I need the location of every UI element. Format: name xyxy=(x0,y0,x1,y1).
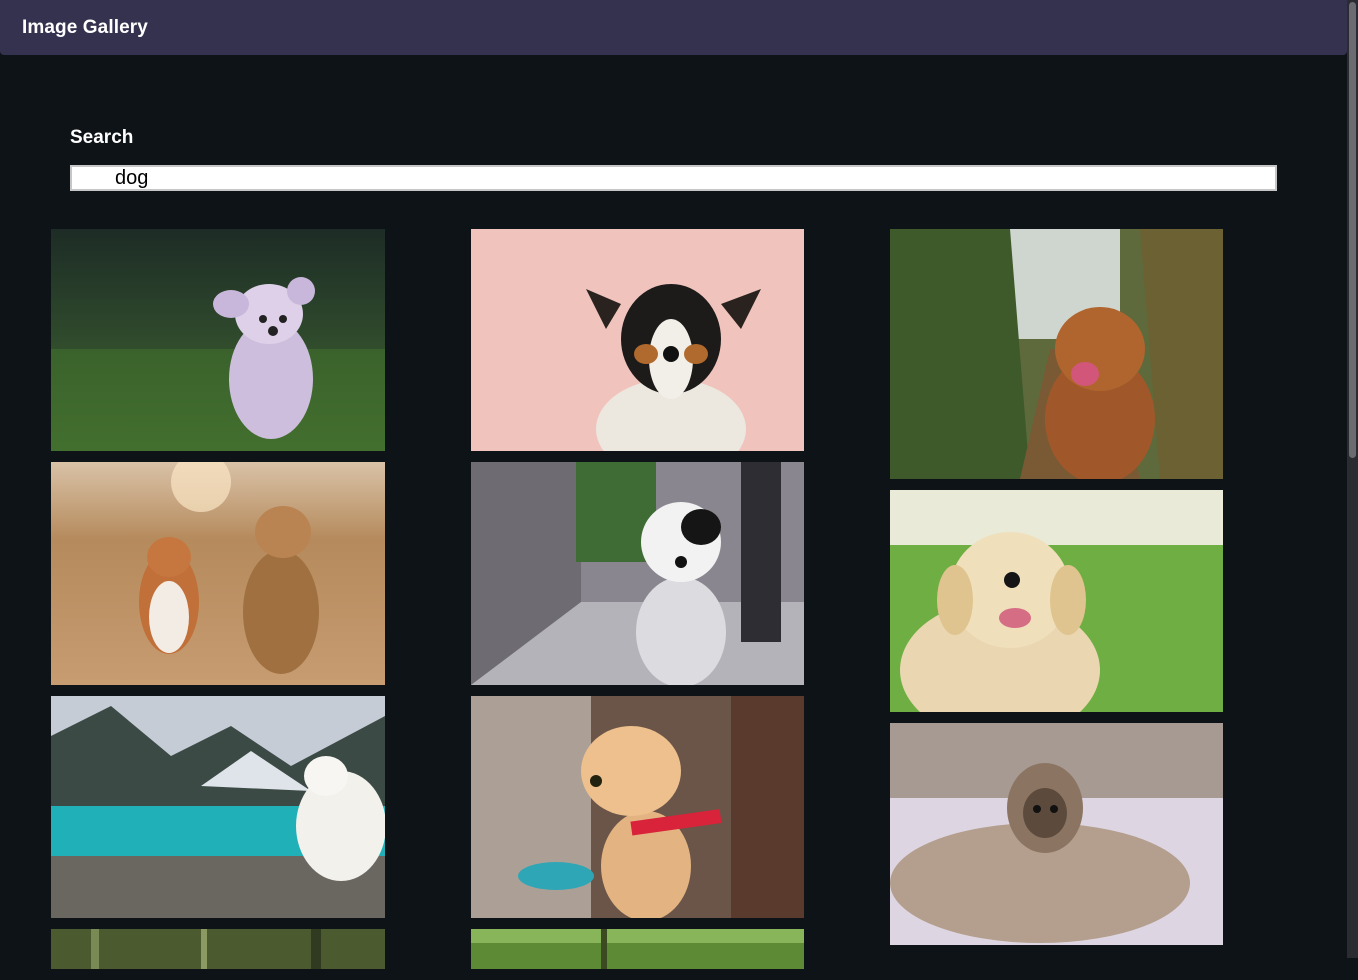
gallery-image-toller[interactable] xyxy=(890,229,1223,479)
search-input[interactable] xyxy=(70,165,1277,191)
navbar-brand[interactable]: Image Gallery xyxy=(22,17,148,39)
pug-blanket-photo xyxy=(890,723,1223,945)
golden-puppy-photo xyxy=(471,696,804,918)
golden-retriever-photo xyxy=(890,490,1223,712)
samoyed-lake-photo xyxy=(51,696,385,918)
lawn-dog-photo xyxy=(471,929,804,969)
search-label: Search xyxy=(70,127,134,148)
toller-photo xyxy=(890,229,1223,479)
scrollbar-thumb[interactable] xyxy=(1349,2,1356,458)
gallery-column-2 xyxy=(471,229,804,980)
jack-russell-photo xyxy=(471,229,804,451)
gallery-image-golden-retriever[interactable] xyxy=(890,490,1223,712)
fluffy-dog-photo xyxy=(51,229,385,451)
gallery-column-3 xyxy=(890,229,1223,956)
black-white-dog-photo xyxy=(471,462,804,685)
corgi-yorkie-photo xyxy=(51,462,385,685)
navbar: Image Gallery xyxy=(0,0,1347,55)
gallery-image-samoyed-lake[interactable] xyxy=(51,696,385,918)
gallery-image-lawn-dog[interactable] xyxy=(471,929,804,969)
gallery-image-jack-russell[interactable] xyxy=(471,229,804,451)
gallery-image-golden-puppy[interactable] xyxy=(471,696,804,918)
gallery-image-black-white-dog[interactable] xyxy=(471,462,804,685)
gallery-column-1 xyxy=(51,229,385,980)
gallery-image-fluffy-dog[interactable] xyxy=(51,229,385,451)
gallery-image-pug-blanket[interactable] xyxy=(890,723,1223,945)
forest-dog-photo xyxy=(51,929,385,969)
gallery-image-corgi-yorkie[interactable] xyxy=(51,462,385,685)
gallery-image-forest-dog[interactable] xyxy=(51,929,385,969)
